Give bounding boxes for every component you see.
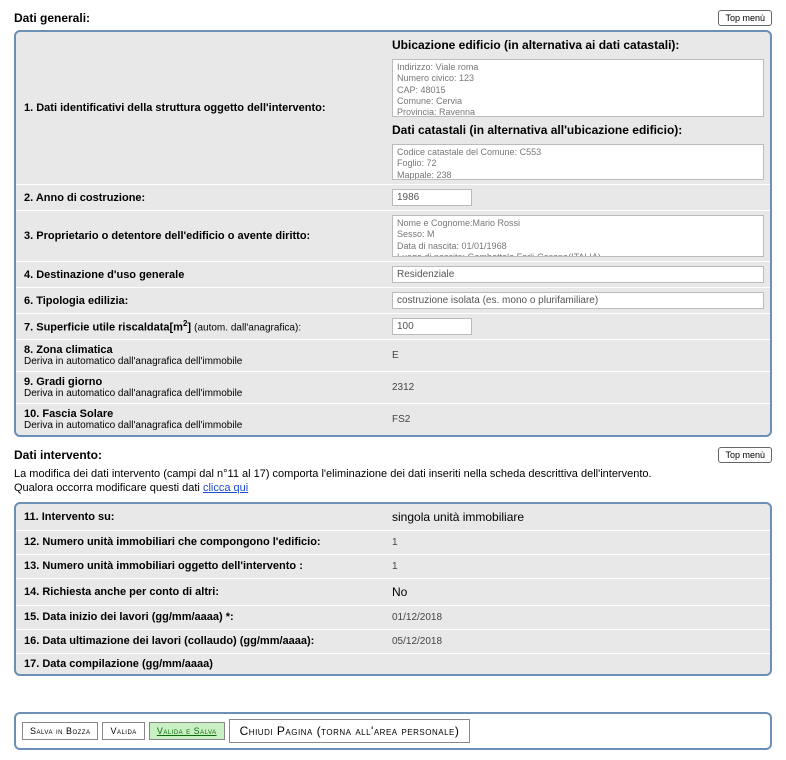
row-gradi: 9. Gradi giorno Deriva in automatico dal…: [16, 372, 770, 404]
chiudi-pagina-button[interactable]: Chiudi Pagina (torna all'area personale): [229, 719, 471, 743]
row-zona: 8. Zona climatica Deriva in automatico d…: [16, 340, 770, 372]
row-proprietario: 3. Proprietario o detentore dell'edifici…: [16, 211, 770, 262]
top-menu-button-generali[interactable]: Top menù: [718, 10, 772, 26]
label-17: 17. Data compilazione (gg/mm/aaaa): [16, 654, 386, 674]
value-12: 1: [386, 531, 770, 554]
superficie-input[interactable]: [392, 318, 472, 335]
label-superficie: 7. Superficie utile riscaldata[m2] (auto…: [16, 314, 386, 339]
value-zona: E: [386, 340, 770, 371]
label-13: 13. Numero unità immobiliari oggetto del…: [16, 555, 386, 578]
row-11: 11. Intervento su: singola unità immobil…: [16, 504, 770, 531]
row-16: 16. Data ultimazione dei lavori (collaud…: [16, 630, 770, 654]
value-superficie: [386, 314, 770, 339]
proprietario-textarea[interactable]: [392, 215, 764, 257]
row-15: 15. Data inizio dei lavori (gg/mm/aaaa) …: [16, 606, 770, 630]
section-title-generali: Dati generali:: [14, 11, 90, 25]
label-16: 16. Data ultimazione dei lavori (collaud…: [16, 630, 386, 653]
value-11: singola unità immobiliare: [386, 504, 770, 530]
row-identificativi: 1. Dati identificativi della struttura o…: [16, 32, 770, 185]
section-header-intervento: Dati intervento: Top menù: [14, 447, 772, 463]
destinazione-input[interactable]: [392, 266, 764, 283]
label-destinazione: 4. Destinazione d'uso generale: [16, 262, 386, 287]
label-zona: 8. Zona climatica Deriva in automatico d…: [16, 340, 386, 371]
valida-salva-button[interactable]: Valida e Salva: [149, 722, 225, 740]
section-title-intervento: Dati intervento:: [14, 448, 102, 462]
salva-bozza-button[interactable]: Salva in Bozza: [22, 722, 98, 740]
value-destinazione: [386, 262, 770, 287]
footer-bar: Salva in Bozza Valida Valida e Salva Chi…: [14, 712, 772, 750]
ubicazione-textarea[interactable]: [392, 59, 764, 117]
panel-intervento: 11. Intervento su: singola unità immobil…: [14, 502, 772, 676]
subheader-ubicazione: Ubicazione edificio (in alternativa ai d…: [392, 36, 764, 55]
gradi-value: 2312: [392, 380, 764, 395]
label-gradi: 9. Gradi giorno Deriva in automatico dal…: [16, 372, 386, 403]
value-tipologia: [386, 288, 770, 313]
value-proprietario: [386, 211, 770, 261]
val-13: 1: [392, 559, 764, 574]
label-anno: 2. Anno di costruzione:: [16, 185, 386, 210]
row-17: 17. Data compilazione (gg/mm/aaaa): [16, 654, 770, 674]
anno-input[interactable]: [392, 189, 472, 206]
tipologia-input[interactable]: [392, 292, 764, 309]
panel-generali: 1. Dati identificativi della struttura o…: [14, 30, 772, 437]
value-15: 01/12/2018: [386, 606, 770, 629]
val-14: No: [392, 583, 764, 601]
value-13: 1: [386, 555, 770, 578]
note-line-a: La modifica dei dati intervento (campi d…: [14, 468, 652, 480]
value-gradi: 2312: [386, 372, 770, 403]
note-line-b: Qualora occorra modificare questi dati: [14, 482, 203, 494]
row-tipologia: 6. Tipologia edilizia:: [16, 288, 770, 314]
valida-button[interactable]: Valida: [102, 722, 144, 740]
val-11: singola unità immobiliare: [392, 508, 764, 526]
label-11: 11. Intervento su:: [16, 504, 386, 530]
subheader-catastali: Dati catastali (in alternativa all'ubica…: [392, 121, 764, 140]
row-superficie: 7. Superficie utile riscaldata[m2] (auto…: [16, 314, 770, 340]
label-14: 14. Richiesta anche per conto di altri:: [16, 579, 386, 605]
label-identificativi: 1. Dati identificativi della struttura o…: [16, 32, 386, 184]
section-header-generali: Dati generali: Top menù: [14, 10, 772, 26]
label-15: 15. Data inizio dei lavori (gg/mm/aaaa) …: [16, 606, 386, 629]
row-14: 14. Richiesta anche per conto di altri: …: [16, 579, 770, 606]
clicca-qui-link[interactable]: clicca qui: [203, 482, 248, 494]
value-anno: [386, 185, 770, 210]
fascia-value: FS2: [392, 412, 764, 427]
row-13: 13. Numero unità immobiliari oggetto del…: [16, 555, 770, 579]
value-14: No: [386, 579, 770, 605]
catastali-textarea[interactable]: [392, 144, 764, 180]
value-17: [386, 654, 770, 674]
value-16: 05/12/2018: [386, 630, 770, 653]
val-12: 1: [392, 535, 764, 550]
row-destinazione: 4. Destinazione d'uso generale: [16, 262, 770, 288]
val-16: 05/12/2018: [392, 634, 764, 649]
val-15: 01/12/2018: [392, 610, 764, 625]
intervento-note: La modifica dei dati intervento (campi d…: [14, 467, 772, 496]
label-proprietario: 3. Proprietario o detentore dell'edifici…: [16, 211, 386, 261]
zona-value: E: [392, 348, 764, 363]
row-anno: 2. Anno di costruzione:: [16, 185, 770, 211]
row-fascia: 10. Fascia Solare Deriva in automatico d…: [16, 404, 770, 435]
value-fascia: FS2: [386, 404, 770, 435]
label-fascia: 10. Fascia Solare Deriva in automatico d…: [16, 404, 386, 435]
top-menu-button-intervento[interactable]: Top menù: [718, 447, 772, 463]
label-12: 12. Numero unità immobiliari che compong…: [16, 531, 386, 554]
label-tipologia: 6. Tipologia edilizia:: [16, 288, 386, 313]
row-12: 12. Numero unità immobiliari che compong…: [16, 531, 770, 555]
value-identificativi: Ubicazione edificio (in alternativa ai d…: [386, 32, 770, 184]
val-17: [392, 662, 764, 666]
